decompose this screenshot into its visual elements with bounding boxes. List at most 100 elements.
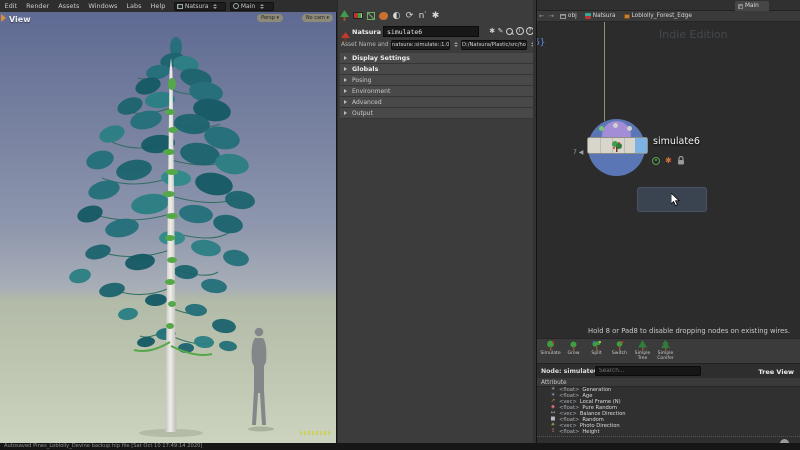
magnifier-icon[interactable] <box>506 27 513 35</box>
gear-icon[interactable]: ✱ <box>489 27 495 35</box>
clipped-node-badge: 6} <box>537 38 546 48</box>
tab-main[interactable]: Main <box>735 1 769 11</box>
labs-box-icon[interactable] <box>365 9 376 22</box>
tree-view-button[interactable]: Tree View <box>758 368 794 376</box>
simulation-badge-icon[interactable] <box>652 156 660 165</box>
collapse-triangle-icon <box>344 67 347 71</box>
tool-split[interactable]: Split <box>585 340 608 363</box>
moon-icon[interactable]: ◐ <box>391 9 402 22</box>
menu-windows[interactable]: Windows <box>84 0 122 12</box>
attr-icon: ↕ <box>550 428 556 435</box>
scene-viewport[interactable]: View Persp ▾ No cam ▾ <box>0 12 337 443</box>
attribute-header-label: Attribute <box>541 379 567 386</box>
search-input[interactable] <box>595 366 701 376</box>
window-icon <box>176 3 183 9</box>
desktop-icon <box>232 3 239 9</box>
pencil-icon[interactable]: ✎ <box>498 27 504 35</box>
viewport-title: View <box>9 15 31 24</box>
viewport-stats-text <box>300 431 332 435</box>
breadcrumb-loblolly-forest-edge[interactable]: Loblolly_Forest_Edge <box>620 13 696 19</box>
collapse-triangle-icon <box>344 78 347 82</box>
camera-button[interactable]: No cam ▾ <box>301 14 333 22</box>
node-dot-gray <box>613 123 618 128</box>
node-progress-cap <box>635 138 647 153</box>
menu-labs[interactable]: Labs <box>122 0 146 12</box>
asset-name-select[interactable]: natsura::simulate::1.0 <box>391 40 450 50</box>
tool-simple-tree[interactable]: Simple Tree <box>631 340 654 363</box>
settings-icon[interactable]: ✱ <box>430 9 441 22</box>
section-posing[interactable]: Posing <box>340 75 535 86</box>
param-sections: Display Settings Globals Posing Environm… <box>340 53 535 119</box>
obj-icon <box>559 13 566 19</box>
recycle-icon[interactable]: ⟳ <box>404 9 415 22</box>
creature-icon[interactable] <box>378 9 389 22</box>
node-label[interactable]: simulate6 <box>653 136 700 147</box>
back-icon[interactable]: ← <box>537 12 546 20</box>
network-breadcrumb: ← → obj Natsura Loblolly_Forest_Edge <box>537 11 800 22</box>
menu-edit[interactable]: Edit <box>0 0 22 12</box>
menu-bar: Edit Render Assets Windows Labs Help Nat… <box>0 0 337 12</box>
tool-simulate[interactable]: Simulate <box>539 340 562 363</box>
node-input-marker: 7 ◀ <box>573 149 584 156</box>
natura-breadcrumb-icon <box>584 13 591 19</box>
collapse-triangle-icon <box>344 111 347 115</box>
parameter-panel: ◐ ⟳ n′ ✱ Natsura Simulate ✱ ✎ i ? Asset … <box>338 0 537 443</box>
node-input-wire[interactable] <box>604 22 605 121</box>
breadcrumb-natura[interactable]: Natsura <box>581 13 620 19</box>
network-canvas[interactable]: Indie Edition 6} simulate6 7 ◀ <box>537 22 800 338</box>
asset-name-path-row: Asset Name and Path natsura::simulate::1… <box>338 40 537 52</box>
mouse-cursor-icon <box>671 193 680 207</box>
breadcrumb-obj[interactable]: obj <box>556 13 581 19</box>
collapse-triangle-icon <box>344 89 347 93</box>
scrollbar[interactable] <box>533 0 536 443</box>
section-advanced[interactable]: Advanced <box>340 97 535 108</box>
pane-selector-value: Main <box>240 2 256 10</box>
grid-icon <box>738 3 743 9</box>
tool-simple-conifer[interactable]: Simple Conifer <box>654 340 677 363</box>
nodes-icon[interactable]: n′ <box>417 9 428 22</box>
pane-selector[interactable]: Main <box>229 1 274 11</box>
node-info-bar: Node: simulate6 Tree View <box>537 363 800 378</box>
spinner-icon[interactable] <box>454 42 458 47</box>
materials-icon[interactable] <box>352 9 363 22</box>
tree-render <box>69 37 274 437</box>
scale-figure <box>251 327 267 425</box>
desktop-selector[interactable]: Natsura <box>173 1 226 11</box>
persp-button[interactable]: Persp ▾ <box>257 14 283 22</box>
asset-path-select[interactable]: D:/Natsura/Plastic/src/ho... <box>461 40 527 50</box>
subnet-icon <box>623 13 630 19</box>
menu-help[interactable]: Help <box>146 0 170 12</box>
section-environment[interactable]: Environment <box>340 86 535 97</box>
spinner-icon[interactable] <box>213 3 218 9</box>
pane-tab-row: Main <box>537 0 800 11</box>
tab-menu-shelf: Simulate Grow Split Switch Simple Tree S… <box>537 338 800 363</box>
tool-switch[interactable]: Switch <box>608 340 631 363</box>
attribute-row-height[interactable]: ↕ <float> Height <box>537 428 800 435</box>
section-globals[interactable]: Globals <box>340 64 535 75</box>
tool-grow[interactable]: Grow <box>562 340 585 363</box>
status-message: Autosaved Pines_Loblolly_Devine backup h… <box>4 443 203 449</box>
spinner-icon[interactable] <box>260 3 265 9</box>
param-header: Natsura Simulate ✱ ✎ i ? <box>338 25 537 42</box>
houdini-window: Edit Render Assets Windows Labs Help Nat… <box>0 0 800 450</box>
node-badges: ✱ <box>652 156 685 165</box>
attribute-header-row: Attribute <box>537 378 800 387</box>
panel-bottom-strip <box>537 436 800 448</box>
flag-badge-icon[interactable]: ✱ <box>665 156 672 165</box>
collapse-triangle-icon <box>344 100 347 104</box>
menu-render[interactable]: Render <box>22 0 54 12</box>
pane-corner-marker[interactable] <box>1 14 6 22</box>
forward-icon[interactable]: → <box>546 12 555 20</box>
section-display-settings[interactable]: Display Settings <box>340 53 535 64</box>
menu-assets[interactable]: Assets <box>54 0 84 12</box>
section-output[interactable]: Output <box>340 108 535 119</box>
info-icon[interactable]: i <box>515 27 524 35</box>
panel-icon-toolbar: ◐ ⟳ n′ ✱ <box>339 8 441 23</box>
natura-tree-icon[interactable] <box>339 9 350 22</box>
simulate6-node[interactable] <box>587 137 648 154</box>
node-tree-icon <box>612 141 622 152</box>
collapse-triangle-icon <box>344 56 347 60</box>
lock-icon[interactable] <box>677 156 685 165</box>
node-name-field[interactable] <box>383 26 479 37</box>
attribute-list: ∗ <float> Generation ∗ <float> Age ↗ <ve… <box>537 387 800 436</box>
